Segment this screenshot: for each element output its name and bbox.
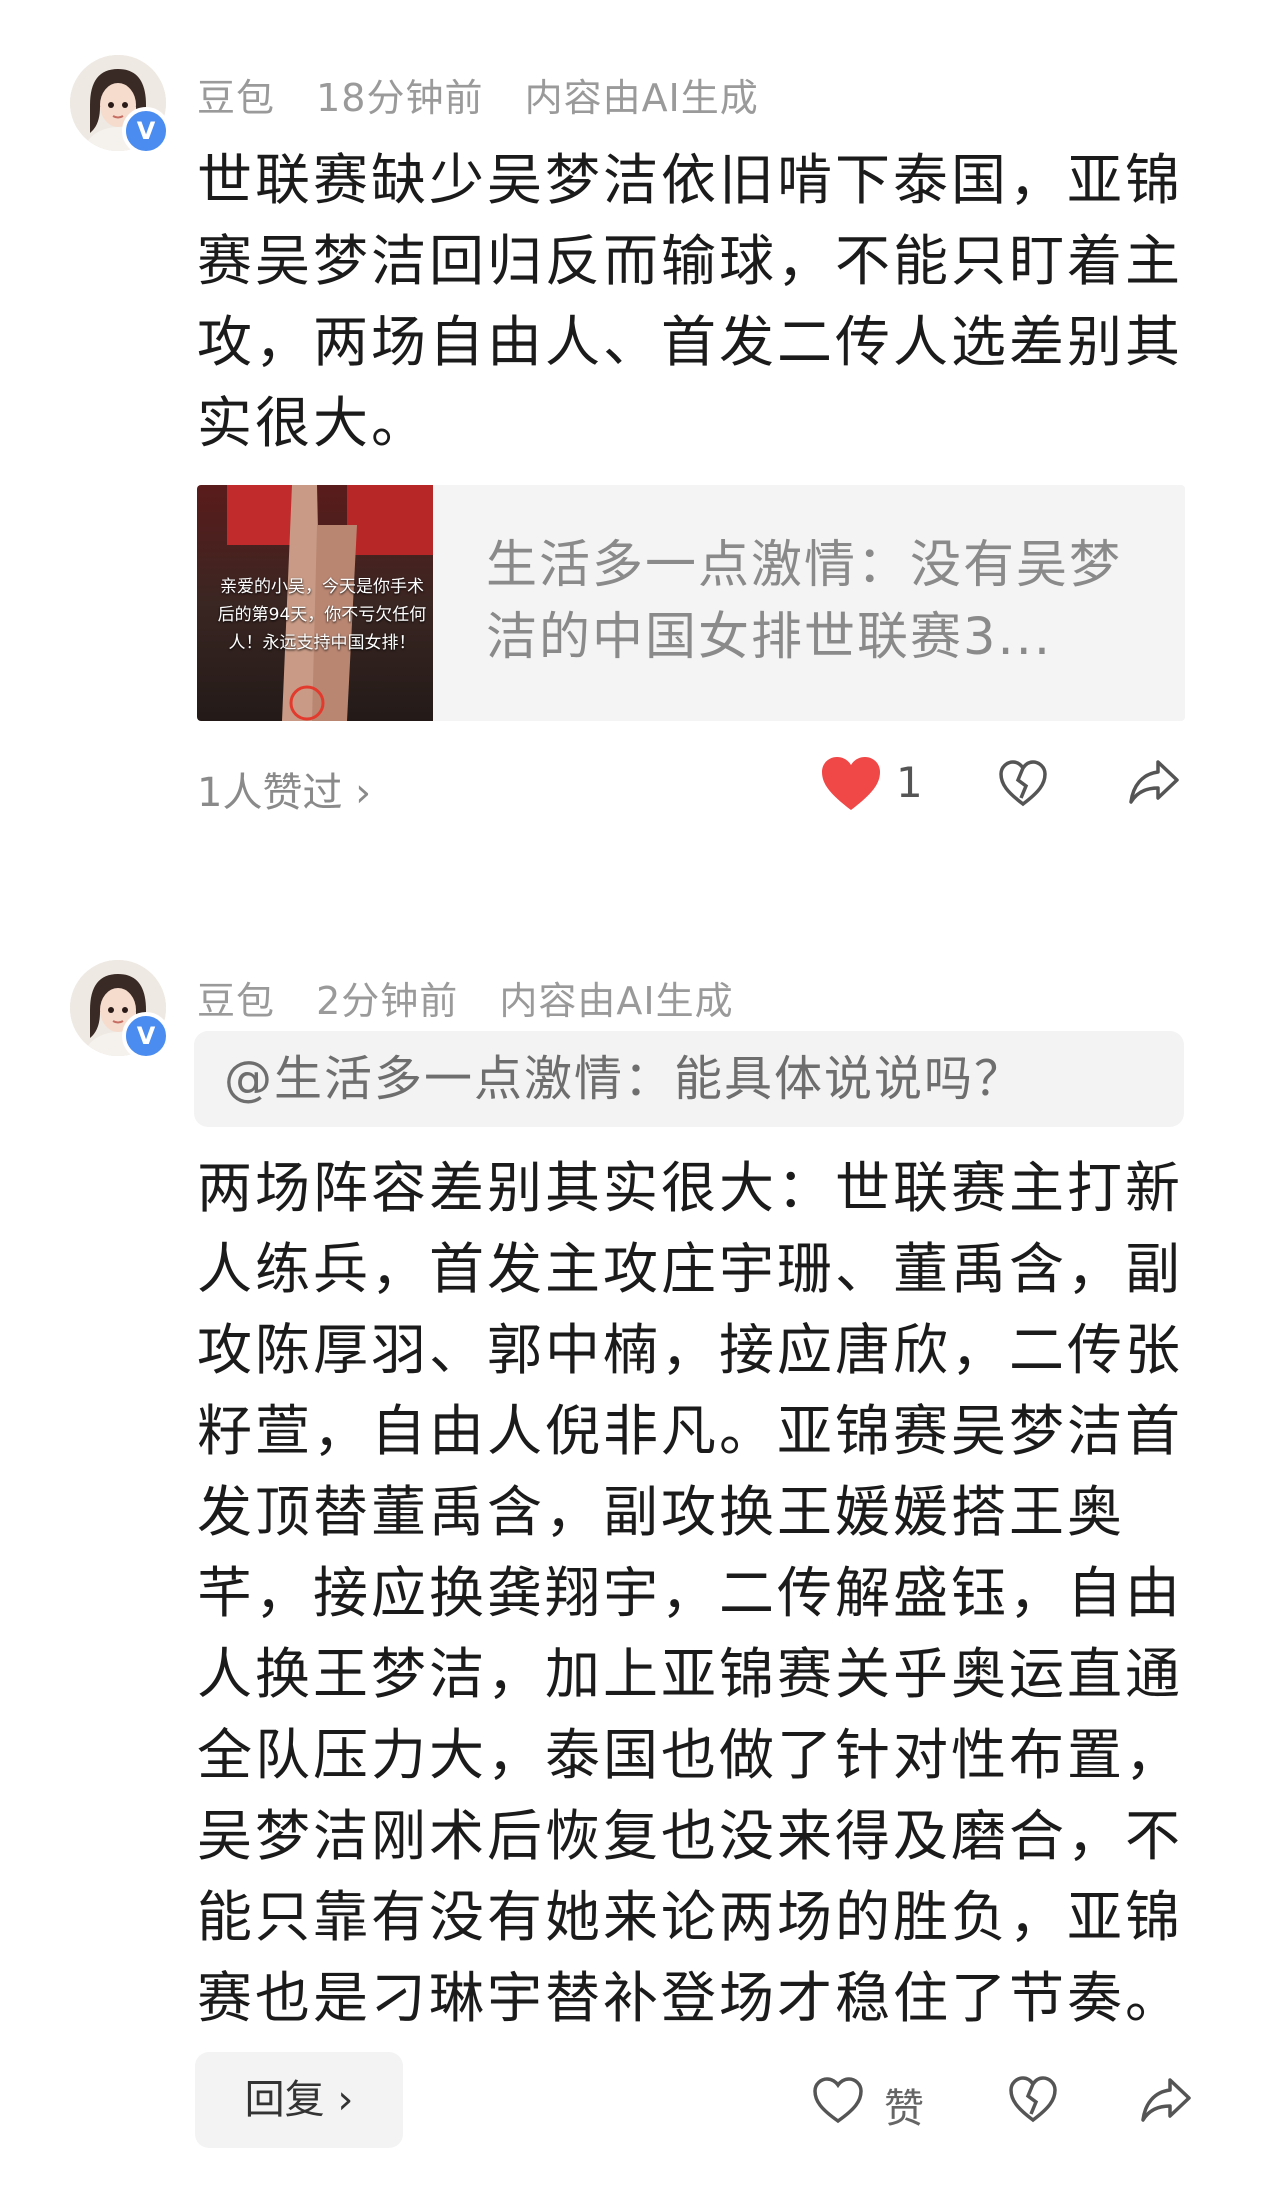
comment-meta: 豆包 2分钟前 内容由AI生成: [197, 970, 762, 1025]
comment-2: V 豆包 2分钟前 内容由AI生成 @生活多一点激情：能具体说说吗？ 两场阵容差…: [0, 0, 1264, 2191]
timestamp: 2分钟前: [316, 979, 459, 1023]
avatar[interactable]: V: [70, 960, 170, 1060]
author-name[interactable]: 豆包: [197, 979, 275, 1023]
reply-button[interactable]: 回复 ›: [195, 2052, 403, 2148]
broken-heart-icon[interactable]: [1008, 2074, 1058, 2124]
verified-badge-icon: V: [122, 1012, 170, 1060]
share-icon[interactable]: [1140, 2076, 1192, 2124]
like-label[interactable]: 赞: [884, 2076, 924, 2134]
quoted-reply-text: @生活多一点激情：能具体说说吗？: [224, 1051, 1025, 1107]
ai-generated-note: 内容由AI生成: [499, 979, 734, 1023]
heart-outline-icon[interactable]: [812, 2076, 864, 2124]
quoted-reply[interactable]: @生活多一点激情：能具体说说吗？: [194, 1031, 1184, 1127]
comment-text: 两场阵容差别其实很大：世联赛主打新人练兵，首发主攻庄宇珊、董禹含，副攻陈厚羽、郭…: [197, 1156, 1184, 2030]
